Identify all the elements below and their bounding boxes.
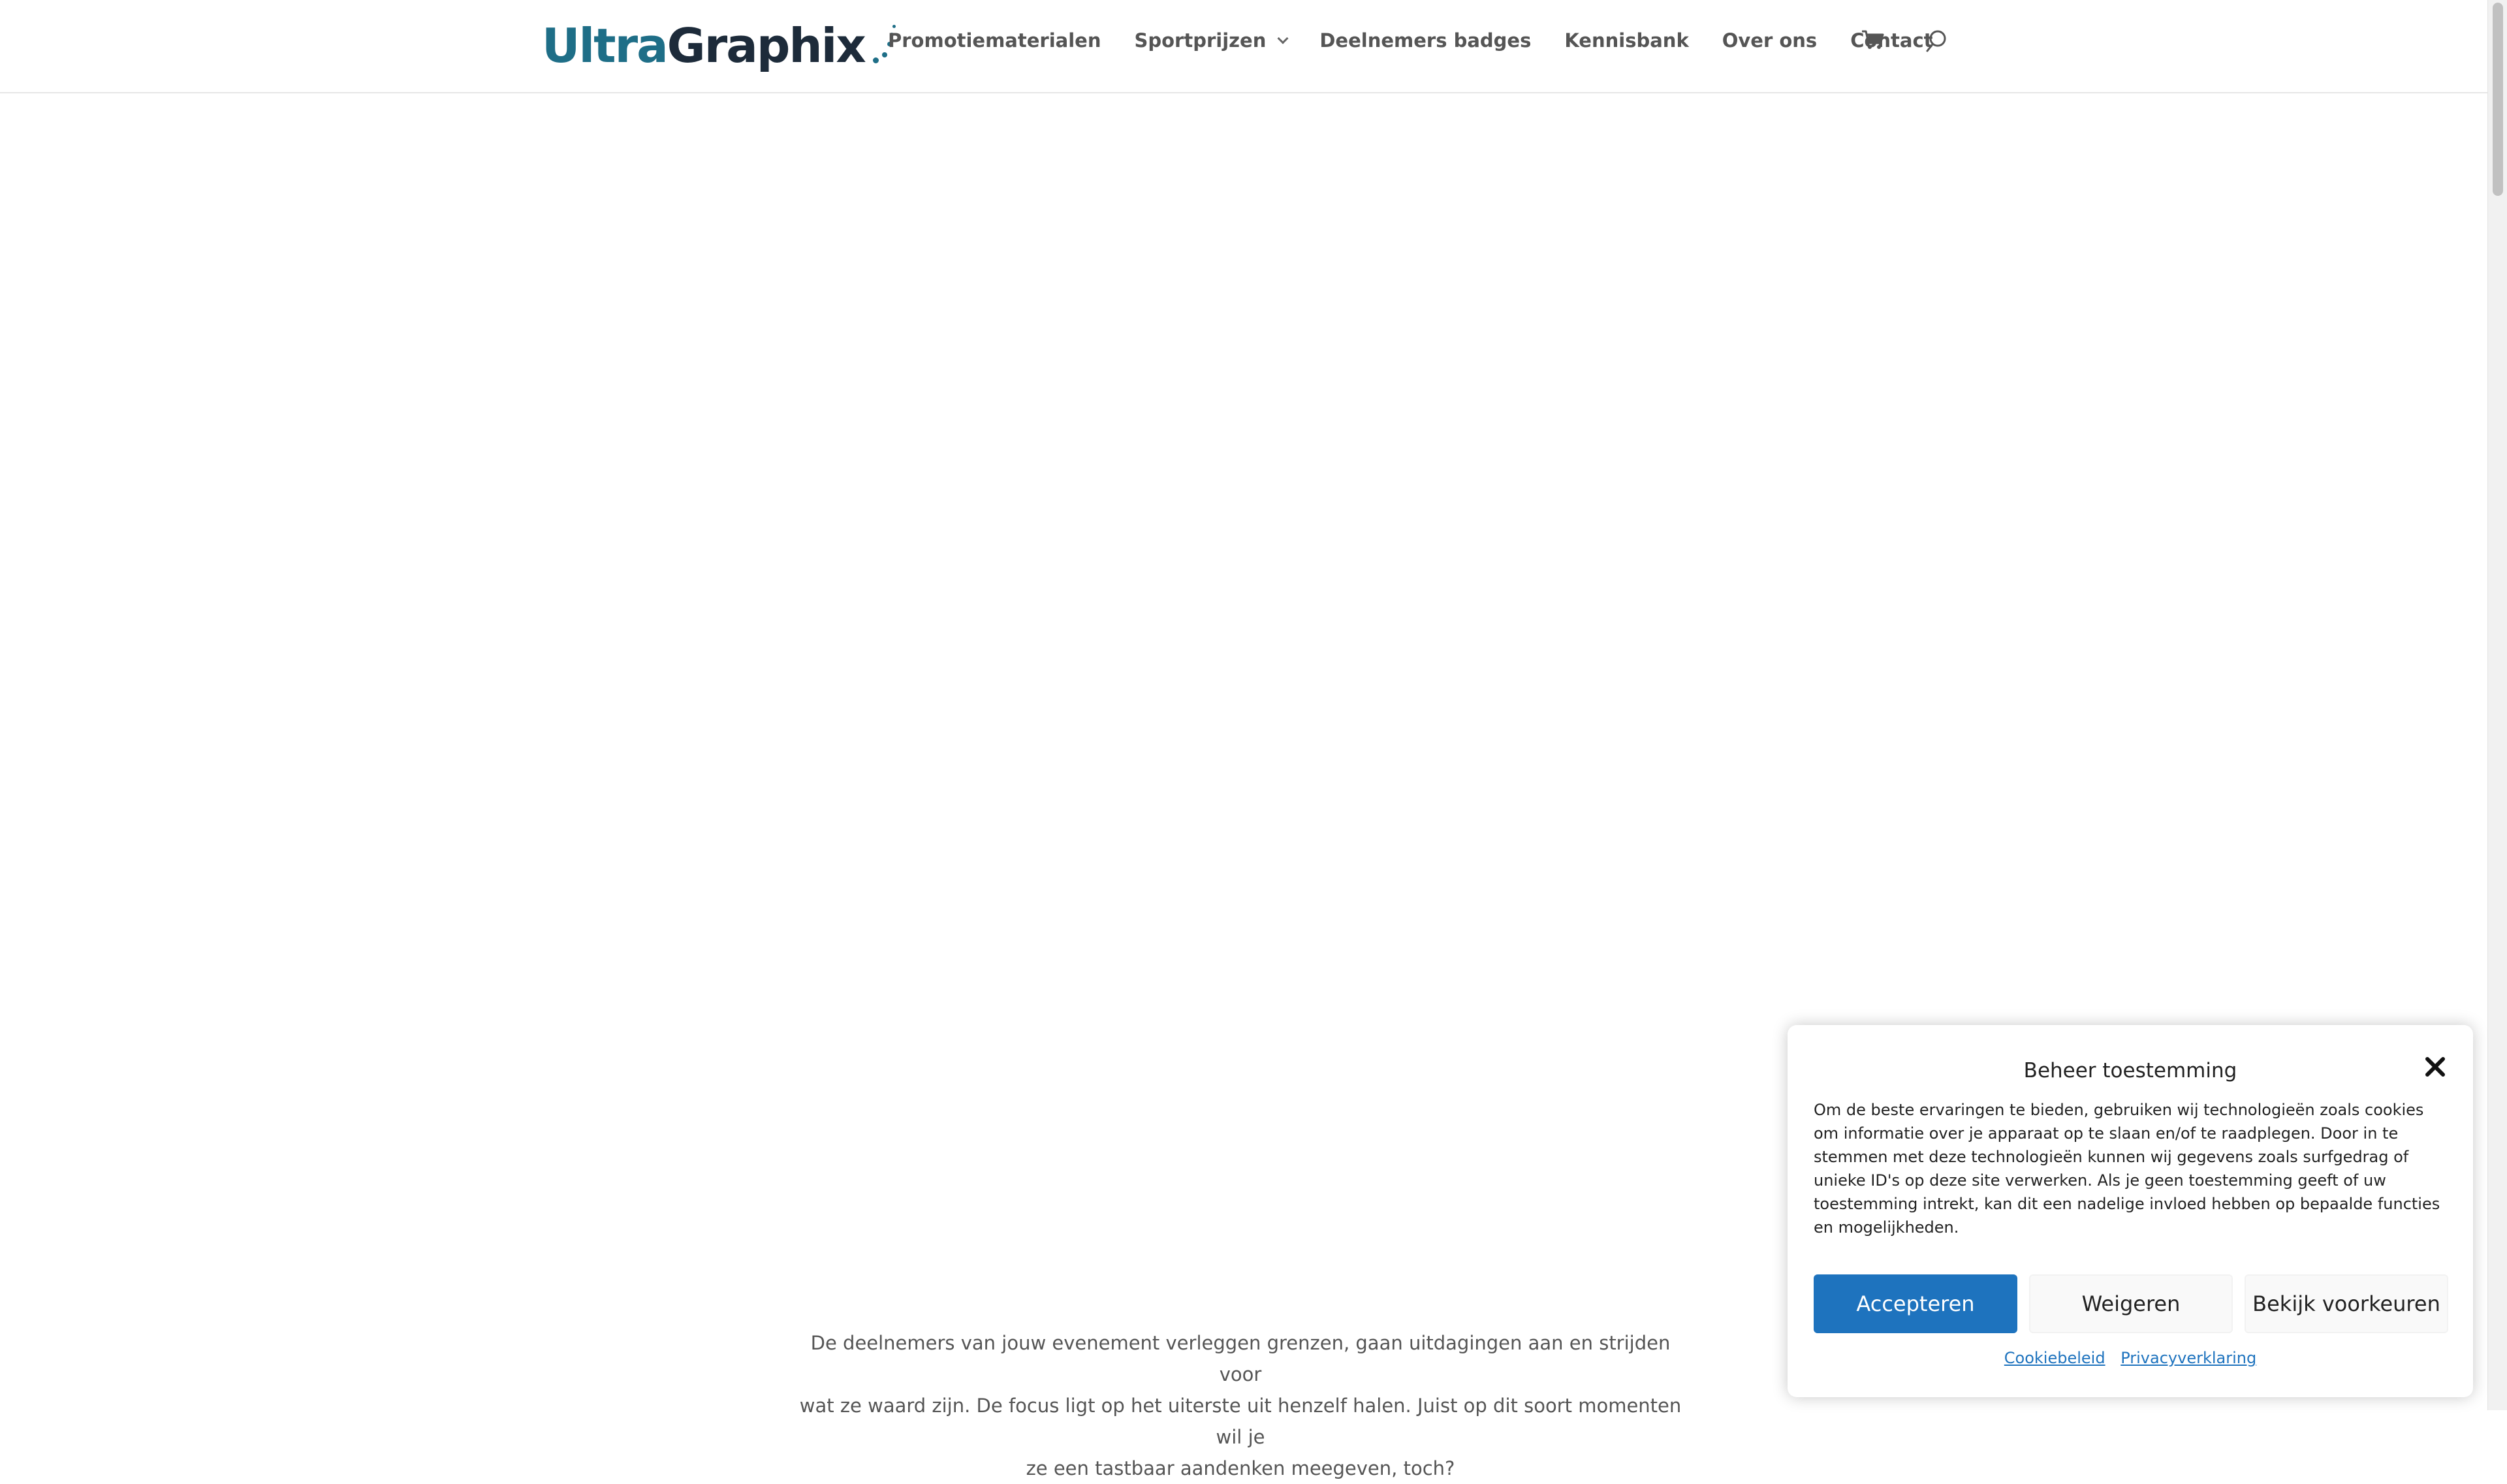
nav-item-label: Deelnemers badges [1319, 29, 1532, 52]
nav-item-sportprijzen[interactable]: Sportprijzen [1134, 29, 1289, 52]
nav-item-label: Kennisbank [1564, 29, 1689, 52]
cookie-policy-link[interactable]: Cookiebeleid [2004, 1349, 2105, 1367]
intro-line: wat ze waard zijn. De focus ligt op het … [799, 1395, 1682, 1448]
nav-item-label: Promotiematerialen [888, 29, 1101, 52]
page-scrollbar[interactable] [2487, 0, 2507, 1410]
intro-paragraph: De deelnemers van jouw evenement verlegg… [790, 1327, 1691, 1484]
site-header: Ultra Graphix Promotiematerialen Sportpri… [0, 0, 2487, 93]
nav-item-label: Sportprijzen [1134, 29, 1267, 52]
site-logo[interactable]: Ultra Graphix [542, 18, 898, 73]
cookie-dialog-title: Beheer toestemming [2023, 1059, 2237, 1082]
nav-item-over-ons[interactable]: Over ons [1722, 29, 1817, 52]
view-preferences-button[interactable]: Bekijk voorkeuren [2245, 1274, 2448, 1333]
privacy-statement-link[interactable]: Privacyverklaring [2121, 1349, 2256, 1367]
search-icon[interactable] [1925, 29, 1948, 57]
cookie-dialog-links: Cookiebeleid Privacyverklaring [1788, 1349, 2473, 1367]
nav-item-label: Over ons [1722, 29, 1818, 52]
nav-item-kennisbank[interactable]: Kennisbank [1564, 29, 1688, 52]
chevron-down-icon [1277, 33, 1289, 44]
logo-text-graphix: Graphix [667, 18, 866, 73]
cart-icon[interactable] [1861, 29, 1884, 54]
close-icon[interactable] [2422, 1054, 2448, 1080]
nav-item-deelnemers-badges[interactable]: Deelnemers badges [1319, 29, 1531, 52]
nav-item-promotiematerialen[interactable]: Promotiematerialen [888, 29, 1101, 52]
scrollbar-thumb[interactable] [2493, 3, 2503, 196]
intro-line: ze een tastbaar aandenken meegeven, toch… [1026, 1457, 1455, 1479]
main-navigation: Promotiematerialen Sportprijzen Deelneme… [888, 26, 1933, 55]
deny-button[interactable]: Weigeren [2029, 1274, 2233, 1333]
cookie-dialog-text: Om de beste ervaringen te bieden, gebrui… [1814, 1101, 2440, 1237]
cookie-consent-dialog: Beheer toestemming Om de beste ervaringe… [1788, 1025, 2473, 1397]
accept-button[interactable]: Accepteren [1814, 1274, 2017, 1333]
intro-line: De deelnemers van jouw evenement verlegg… [810, 1332, 1671, 1385]
logo-text-ultra: Ultra [542, 18, 669, 73]
